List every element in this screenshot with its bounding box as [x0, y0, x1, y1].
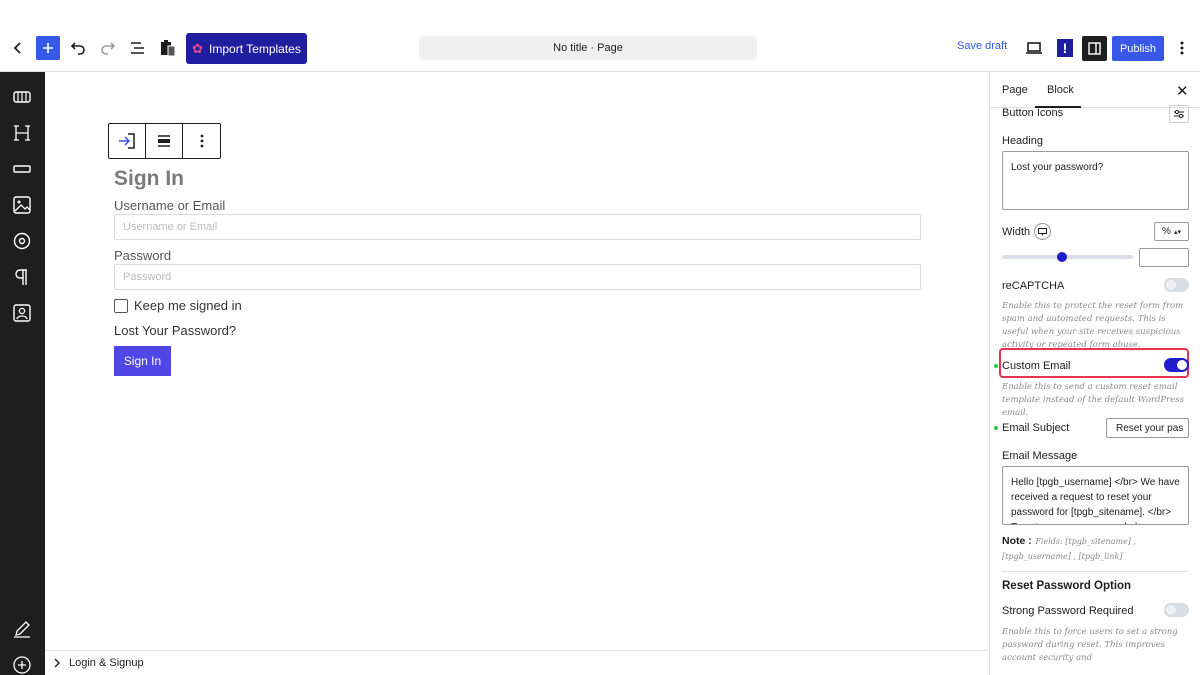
panel-tabs: Page Block ✕: [990, 72, 1200, 108]
settings-panel: Page Block ✕ Button Icons Heading Lost y…: [989, 72, 1200, 675]
toggle-knob: [1166, 605, 1176, 615]
sidebar-icon: [1088, 42, 1101, 55]
plus-circle-icon[interactable]: [10, 653, 34, 675]
settings-toggle-button[interactable]: [1082, 36, 1107, 61]
top-toolbar: ✿ Import Templates No title · Page Save …: [0, 0, 1200, 72]
left-sidebar: [0, 72, 45, 675]
password-input[interactable]: Password: [114, 264, 921, 290]
publish-button[interactable]: Publish: [1112, 36, 1164, 61]
password-label: Password: [114, 248, 172, 263]
tab-block[interactable]: Block: [1047, 84, 1074, 96]
flower-icon: ✿: [192, 40, 204, 56]
heading-label: Heading: [1002, 135, 1043, 147]
remember-checkbox[interactable]: [114, 298, 128, 313]
divider: [1002, 571, 1189, 572]
width-label: Width: [1002, 226, 1031, 238]
recaptcha-toggle[interactable]: [1164, 278, 1189, 292]
strong-password-label: Strong Password Required: [1002, 605, 1134, 617]
username-input[interactable]: Username or Email: [114, 214, 921, 240]
lost-password-link[interactable]: Lost Your Password?: [114, 323, 236, 338]
more-icon[interactable]: [183, 124, 220, 158]
plus-icon: [43, 43, 53, 53]
align-icon[interactable]: [146, 124, 183, 158]
updown-icon: ▴▾: [1173, 228, 1181, 236]
image-icon[interactable]: [10, 193, 34, 217]
recaptcha-help: Enable this to protect the reset form fr…: [1002, 301, 1184, 350]
email-subject-input[interactable]: Reset your pas: [1106, 418, 1189, 438]
breadcrumb: Login & Signup: [45, 650, 989, 675]
width-unit-select[interactable]: % ▴▾: [1154, 222, 1189, 241]
width-slider-track[interactable]: [1002, 255, 1133, 259]
save-draft-button[interactable]: Save draft: [957, 40, 1007, 52]
heading-textarea[interactable]: Lost your password?: [1002, 151, 1189, 210]
status-dot: [994, 426, 998, 430]
width-unit-value: %: [1162, 226, 1171, 237]
plugin-badge-button[interactable]: !: [1057, 39, 1073, 57]
sliders-icon[interactable]: [1169, 105, 1189, 123]
import-templates-button[interactable]: ✿ Import Templates: [186, 33, 307, 64]
note-label: Note :: [1002, 535, 1032, 547]
list-view-icon[interactable]: [124, 34, 152, 62]
custom-email-help: Enable this to send a custom reset email…: [1002, 382, 1184, 418]
sign-in-button[interactable]: Sign In: [114, 346, 171, 376]
chevron-right-icon: [54, 658, 60, 668]
redo-icon[interactable]: [94, 34, 122, 62]
pencil-icon[interactable]: [10, 617, 34, 641]
chevron-left-icon[interactable]: [4, 34, 32, 62]
add-block-button[interactable]: [36, 36, 60, 60]
contact-icon[interactable]: [10, 301, 34, 325]
form-title: Sign In: [114, 167, 184, 190]
width-slider-handle[interactable]: [1057, 252, 1068, 262]
vertical-dots-icon[interactable]: [1168, 34, 1196, 62]
strong-password-toggle[interactable]: [1164, 603, 1189, 617]
email-message-textarea[interactable]: Hello [tpgb_username] </br> We have rece…: [1002, 466, 1189, 525]
note: Note : Fields: [tpgb_sitename] , [tpgb_u…: [1002, 533, 1192, 563]
remember-label: Keep me signed in: [134, 298, 242, 313]
status-dot: [994, 364, 998, 368]
tab-page[interactable]: Page: [1002, 84, 1028, 96]
paragraph-icon[interactable]: [10, 265, 34, 289]
custom-email-label: Custom Email: [1002, 360, 1071, 372]
recaptcha-label: reCAPTCHA: [1002, 280, 1065, 292]
width-number-input[interactable]: [1139, 248, 1189, 267]
custom-email-toggle[interactable]: [1164, 358, 1189, 372]
circle-icon[interactable]: [10, 229, 34, 253]
login-icon[interactable]: [109, 124, 146, 158]
editor-canvas: Sign In Username or Email Username or Em…: [45, 72, 989, 650]
email-subject-label: Email Subject: [1002, 422, 1070, 434]
document-title[interactable]: No title · Page: [419, 36, 757, 60]
email-message-label: Email Message: [1002, 450, 1078, 462]
desktop-icon[interactable]: [1034, 223, 1051, 240]
import-templates-label: Import Templates: [209, 41, 301, 56]
close-icon[interactable]: ✕: [1176, 82, 1189, 100]
divider-icon[interactable]: [10, 157, 34, 181]
reset-option-heading: Reset Password Option: [1002, 580, 1132, 592]
toggle-knob: [1177, 360, 1187, 370]
remember-me[interactable]: Keep me signed in: [114, 298, 242, 313]
username-label: Username or Email: [114, 198, 226, 213]
laptop-icon[interactable]: [1020, 34, 1048, 62]
undo-icon[interactable]: [64, 34, 92, 62]
button-icons-label: Button Icons: [1002, 107, 1064, 119]
block-toolbar: [108, 123, 221, 159]
table-icon[interactable]: [10, 85, 34, 109]
strong-password-help: Enable this to force users to set a stro…: [1002, 627, 1178, 663]
breadcrumb-item[interactable]: Login & Signup: [69, 657, 144, 669]
clipboard-icon[interactable]: [154, 34, 182, 62]
toggle-knob: [1166, 280, 1176, 290]
heading-icon[interactable]: [10, 121, 34, 145]
